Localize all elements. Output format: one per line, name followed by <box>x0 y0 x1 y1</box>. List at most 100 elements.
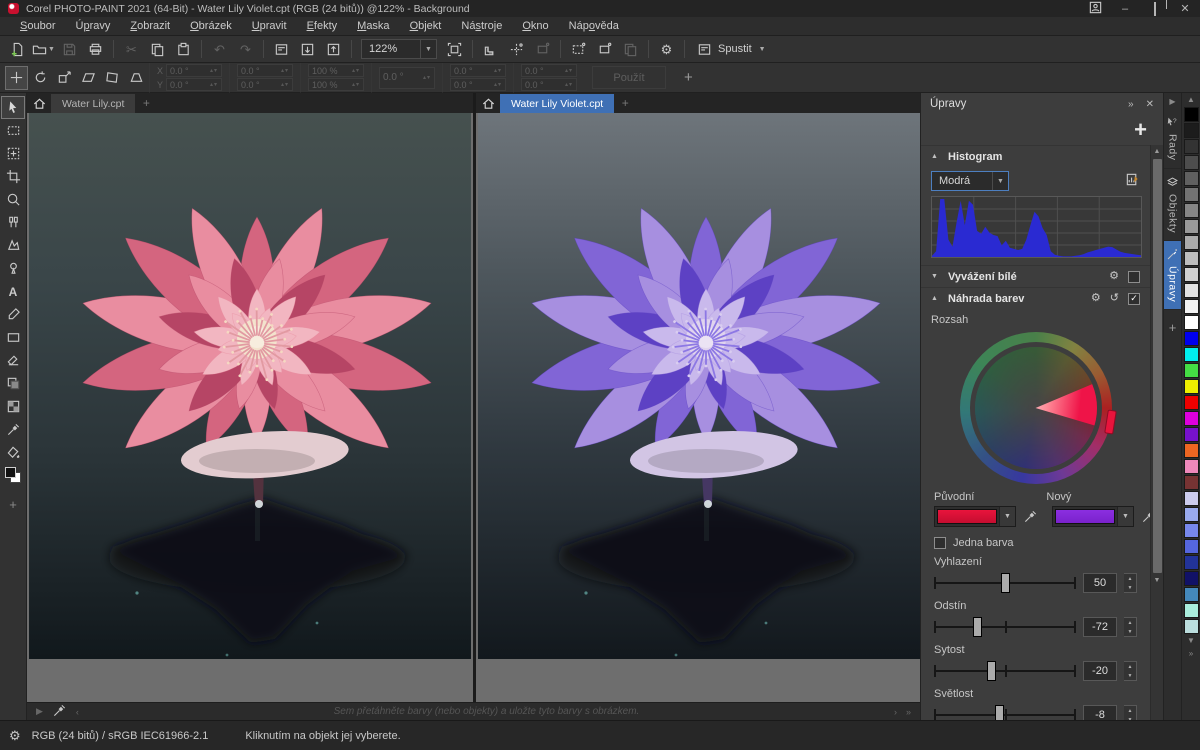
full-screen-preview-button[interactable] <box>442 38 467 60</box>
palette-swatch[interactable] <box>1184 555 1199 570</box>
palette-swatch[interactable] <box>1184 283 1199 298</box>
slider-track[interactable] <box>934 705 1076 720</box>
menu-pravy[interactable]: Úpravy <box>65 17 120 36</box>
rect-mask-tool[interactable] <box>1 119 25 142</box>
menu-okno[interactable]: Okno <box>512 17 558 36</box>
fill-tool[interactable] <box>1 441 25 464</box>
home-icon[interactable] <box>27 93 51 113</box>
new-color-select[interactable]: ▼ <box>1052 506 1134 527</box>
menu-npovda[interactable]: Nápověda <box>559 17 629 36</box>
account-icon[interactable] <box>1088 0 1102 18</box>
collapse-icon[interactable]: ▲ <box>931 295 939 302</box>
white-balance-enable-checkbox[interactable] <box>1128 271 1140 283</box>
options-button[interactable]: ⚙ <box>654 38 679 60</box>
close-button[interactable]: ✕ <box>1178 2 1192 15</box>
transform-tool-distort[interactable] <box>101 66 124 90</box>
foreground-background-swatches[interactable] <box>5 467 21 483</box>
scroll-up-icon[interactable]: ▲ <box>1151 145 1163 158</box>
slider-spinner[interactable]: ▲▼ <box>1124 661 1137 681</box>
white-balance-settings-icon[interactable]: ⚙ <box>1109 271 1119 282</box>
palette-swatch[interactable] <box>1184 587 1199 602</box>
original-eyedropper-icon[interactable] <box>1023 509 1038 524</box>
new-document-button[interactable] <box>5 38 30 60</box>
chevron-down-icon[interactable]: ▼ <box>999 507 1015 526</box>
palette-swatch[interactable] <box>1184 523 1199 538</box>
launch-button[interactable] <box>269 38 294 60</box>
zoom-level-combo[interactable]: 122%▼ <box>361 39 437 59</box>
docker-scrollbar[interactable]: ▲ ▼ <box>1150 145 1163 720</box>
run-macro-button[interactable]: Spustit▼ <box>690 42 773 57</box>
foreground-color-swatch[interactable] <box>5 467 16 478</box>
palette-swatch[interactable] <box>1184 443 1199 458</box>
slider-thumb[interactable] <box>973 617 982 637</box>
palette-swatch[interactable] <box>1184 427 1199 442</box>
slider-spinner[interactable]: ▲▼ <box>1124 705 1137 720</box>
docker-flyout-icon[interactable]: ▶ <box>1169 93 1175 109</box>
rectangle-tool[interactable] <box>1 326 25 349</box>
effect-tool[interactable] <box>1 234 25 257</box>
slider-track[interactable] <box>934 573 1076 593</box>
histogram-settings-icon[interactable] <box>1125 172 1140 190</box>
chevron-down-icon[interactable]: ▼ <box>420 40 436 58</box>
palette-swatch[interactable] <box>1184 603 1199 618</box>
crop-tool[interactable] <box>1 165 25 188</box>
docker-close-icon[interactable]: ✕ <box>1146 99 1154 110</box>
slider-spinner[interactable]: ▲▼ <box>1124 617 1137 637</box>
slider-spinner[interactable]: ▲▼ <box>1124 573 1137 593</box>
menu-soubor[interactable]: Soubor <box>10 17 65 36</box>
scrollbar-thumb[interactable] <box>1153 159 1162 573</box>
transform-tool-rotate[interactable] <box>29 66 52 90</box>
palette-swatch[interactable] <box>1184 395 1199 410</box>
slider-track[interactable] <box>934 617 1076 637</box>
palette-swatch[interactable] <box>1184 187 1199 202</box>
rulers-button[interactable] <box>478 38 503 60</box>
add-docker-icon[interactable]: + <box>1169 320 1177 335</box>
transform-tool-scale[interactable] <box>53 66 76 90</box>
palette-swatch[interactable] <box>1184 299 1199 314</box>
docker-tab-rady[interactable]: ?Rady <box>1164 109 1182 169</box>
chevron-down-icon[interactable]: ▼ <box>48 46 55 53</box>
paint-tool[interactable] <box>1 303 25 326</box>
slider-value[interactable]: -20 <box>1083 661 1117 681</box>
add-adjustment-button[interactable]: + <box>1134 119 1147 141</box>
docker-tab-objekty[interactable]: Objekty <box>1164 169 1182 241</box>
palette-swatch[interactable] <box>1184 539 1199 554</box>
slider-value[interactable]: -72 <box>1083 617 1117 637</box>
text-tool[interactable]: A <box>1 280 25 303</box>
object-transparency-tool[interactable] <box>1 372 25 395</box>
new-color-swatch[interactable] <box>1055 509 1115 524</box>
menu-maska[interactable]: Maska <box>347 17 399 36</box>
menu-obrzek[interactable]: Obrázek <box>180 17 242 36</box>
mask-transform-tool[interactable] <box>1 142 25 165</box>
palette-swatch[interactable] <box>1184 219 1199 234</box>
restore-button[interactable] <box>1148 3 1162 15</box>
slider-thumb[interactable] <box>987 661 996 681</box>
palette-swatch[interactable] <box>1184 251 1199 266</box>
menu-upravit[interactable]: Upravit <box>242 17 297 36</box>
palette-swatch[interactable] <box>1184 363 1199 378</box>
slider-value[interactable]: 50 <box>1083 573 1117 593</box>
palette-swatch[interactable] <box>1184 331 1199 346</box>
palette-expand-icon[interactable]: » <box>1189 647 1193 660</box>
snap-to-button[interactable] <box>504 38 529 60</box>
eraser-tool[interactable] <box>1 349 25 372</box>
palette-swatch[interactable] <box>1184 315 1199 330</box>
pick-tool[interactable] <box>1 96 25 119</box>
palette-swatch[interactable] <box>1184 203 1199 218</box>
document-tab[interactable]: Water Lily.cpt <box>51 94 135 113</box>
toolbox-add-icon[interactable]: + <box>9 497 17 512</box>
open-button[interactable]: ▼ <box>31 38 56 60</box>
print-button[interactable] <box>83 38 108 60</box>
expand-icon[interactable]: ▼ <box>931 273 939 280</box>
chevron-down-icon[interactable]: ▼ <box>992 172 1008 190</box>
palette-swatch[interactable] <box>1184 267 1199 282</box>
single-color-checkbox[interactable] <box>934 537 946 549</box>
menu-objekt[interactable]: Objekt <box>400 17 452 36</box>
palette-scroll-up-icon[interactable]: ▲ <box>1187 93 1195 106</box>
collapse-icon[interactable]: ▲ <box>931 153 939 160</box>
menu-efekty[interactable]: Efekty <box>297 17 348 36</box>
document-tab[interactable]: Water Lily Violet.cpt <box>500 94 614 113</box>
palette-swatch[interactable] <box>1184 491 1199 506</box>
palette-swatch[interactable] <box>1184 171 1199 186</box>
palette-swatch[interactable] <box>1184 123 1199 138</box>
